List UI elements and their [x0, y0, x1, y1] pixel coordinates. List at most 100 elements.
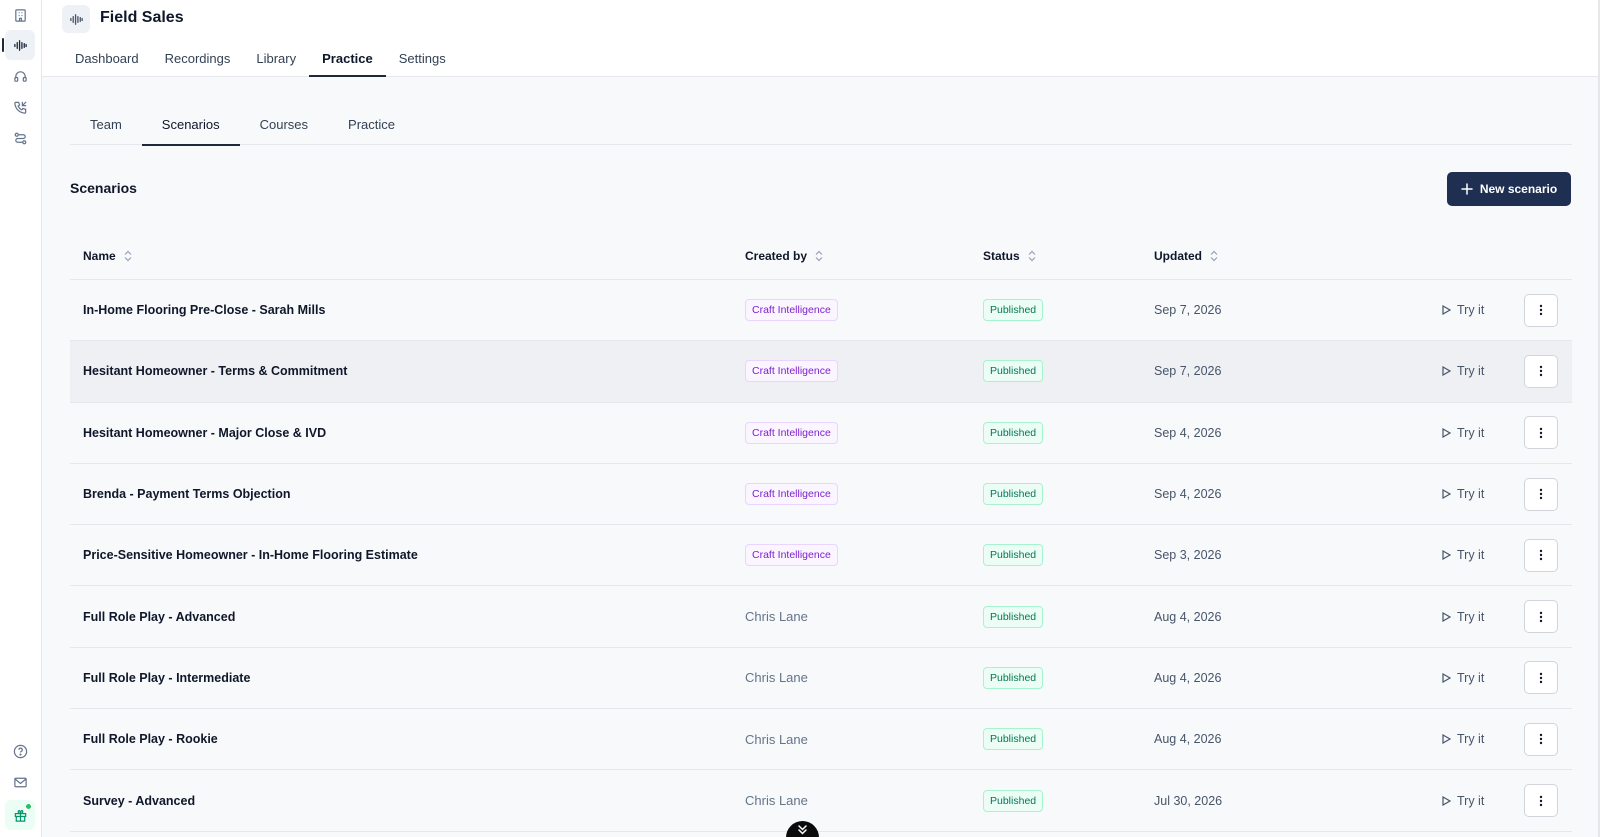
try-it-button[interactable]: Try it: [1442, 341, 1484, 401]
status-badge: Published: [983, 728, 1044, 751]
status-cell: Published: [983, 648, 1044, 708]
table-row[interactable]: Full Role Play - Advanced Chris Lane Pub…: [70, 586, 1572, 648]
try-it-label: Try it: [1457, 548, 1485, 563]
table-row[interactable]: Price-Sensitive Homeowner - In-Home Floo…: [70, 525, 1572, 587]
headset-icon[interactable]: [5, 61, 35, 91]
new-scenario-button[interactable]: New scenario: [1447, 172, 1571, 206]
sub-tabs: Team Scenarios Courses Practice: [70, 104, 1572, 146]
column-header-updated[interactable]: Updated: [1154, 232, 1218, 280]
phone-call-icon[interactable]: [5, 92, 35, 122]
more-options-button[interactable]: [1524, 600, 1558, 634]
scenario-name[interactable]: Hesitant Homeowner - Major Close & IVD: [83, 403, 326, 463]
column-header-name[interactable]: Name: [83, 232, 132, 280]
more-options-button[interactable]: [1524, 416, 1558, 450]
scenarios-table: Name Created by Status Updated In-Home F…: [70, 232, 1572, 832]
status-badge: Published: [983, 483, 1044, 506]
try-it-button[interactable]: Try it: [1442, 709, 1484, 769]
creator-badge: Craft Intelligence: [745, 483, 838, 506]
tab-settings[interactable]: Settings: [386, 40, 459, 77]
try-it-button[interactable]: Try it: [1442, 403, 1484, 463]
column-label-updated: Updated: [1154, 249, 1202, 263]
tab-library[interactable]: Library: [243, 40, 309, 77]
sort-icon: [1028, 250, 1036, 262]
table-header: Name Created by Status Updated: [70, 232, 1572, 280]
try-it-label: Try it: [1457, 732, 1485, 747]
play-icon: [1442, 611, 1451, 622]
more-cell: [1524, 341, 1558, 401]
mail-icon[interactable]: [5, 767, 35, 797]
column-header-created-by[interactable]: Created by: [745, 232, 823, 280]
subtab-team[interactable]: Team: [70, 104, 142, 145]
creator-cell: Craft Intelligence: [745, 525, 838, 585]
table-row[interactable]: Hesitant Homeowner - Major Close & IVD C…: [70, 403, 1572, 464]
subtab-courses[interactable]: Courses: [240, 104, 328, 145]
try-it-button[interactable]: Try it: [1442, 648, 1484, 708]
try-it-button[interactable]: Try it: [1442, 280, 1484, 340]
scenario-name[interactable]: In-Home Flooring Pre-Close - Sarah Mills: [83, 280, 325, 340]
more-options-button[interactable]: [1524, 354, 1558, 388]
play-icon: [1442, 672, 1451, 683]
scenario-name[interactable]: Hesitant Homeowner - Terms & Commitment: [83, 341, 347, 401]
route-icon[interactable]: [5, 123, 35, 153]
more-cell: [1524, 586, 1558, 646]
table-row[interactable]: Full Role Play - Intermediate Chris Lane…: [70, 648, 1572, 710]
try-it-label: Try it: [1457, 487, 1485, 502]
more-options-button[interactable]: [1524, 661, 1558, 695]
subtab-scenarios[interactable]: Scenarios: [141, 104, 240, 146]
more-cell: [1524, 648, 1558, 708]
status-cell: Published: [983, 525, 1044, 585]
scenario-name[interactable]: Full Role Play - Rookie: [83, 709, 218, 769]
more-options-button[interactable]: [1524, 784, 1558, 818]
audio-wave-icon[interactable]: [2, 30, 35, 60]
more-options-button[interactable]: [1524, 538, 1558, 572]
scenario-name[interactable]: Full Role Play - Advanced: [83, 586, 235, 646]
scenario-name[interactable]: Full Role Play - Intermediate: [83, 648, 250, 708]
try-it-button[interactable]: Try it: [1442, 525, 1484, 585]
table-row[interactable]: In-Home Flooring Pre-Close - Sarah Mills…: [70, 280, 1572, 342]
status-cell: Published: [983, 280, 1044, 340]
column-label-name: Name: [83, 249, 116, 263]
more-options-button[interactable]: [1524, 722, 1558, 756]
try-it-button[interactable]: Try it: [1442, 586, 1484, 646]
creator-badge: Craft Intelligence: [745, 299, 838, 322]
tab-practice[interactable]: Practice: [309, 40, 386, 77]
status-badge: Published: [983, 666, 1044, 689]
creator-cell: Craft Intelligence: [745, 341, 838, 401]
try-it-button[interactable]: Try it: [1442, 464, 1484, 524]
more-vertical-icon: [1539, 795, 1543, 806]
more-vertical-icon: [1539, 427, 1543, 438]
help-icon[interactable]: [5, 736, 35, 766]
more-cell: [1524, 464, 1558, 524]
section-title: Scenarios: [70, 180, 137, 196]
creator-badge: Craft Intelligence: [745, 360, 838, 383]
creator-badge: Craft Intelligence: [745, 421, 838, 444]
scenario-name[interactable]: Survey - Advanced: [83, 770, 195, 830]
table-row[interactable]: Full Role Play - Rookie Chris Lane Publi…: [70, 709, 1572, 771]
building-icon[interactable]: [5, 0, 35, 30]
status-cell: Published: [983, 403, 1044, 463]
main-tabs: Dashboard Recordings Library Practice Se…: [62, 40, 459, 77]
more-options-button[interactable]: [1524, 293, 1558, 327]
status-cell: Published: [983, 709, 1044, 769]
more-vertical-icon: [1539, 550, 1543, 561]
more-options-button[interactable]: [1524, 477, 1558, 511]
sort-icon: [815, 250, 823, 262]
column-header-status[interactable]: Status: [983, 232, 1036, 280]
subtab-practice[interactable]: Practice: [328, 104, 415, 145]
gift-icon[interactable]: [5, 800, 35, 830]
status-badge: Published: [983, 789, 1044, 812]
table-row[interactable]: Survey - Advanced Chris Lane Published J…: [70, 770, 1572, 832]
tab-dashboard[interactable]: Dashboard: [62, 40, 152, 77]
creator-name: Chris Lane: [745, 670, 808, 686]
tab-recordings[interactable]: Recordings: [152, 40, 244, 77]
table-row[interactable]: Brenda - Payment Terms Objection Craft I…: [70, 464, 1572, 526]
creator-badge: Craft Intelligence: [745, 544, 838, 567]
scenario-name[interactable]: Price-Sensitive Homeowner - In-Home Floo…: [83, 525, 418, 585]
status-badge: Published: [983, 544, 1044, 567]
scenario-name[interactable]: Brenda - Payment Terms Objection: [83, 464, 290, 524]
status-cell: Published: [983, 586, 1044, 646]
try-it-button[interactable]: Try it: [1442, 770, 1484, 830]
creator-name: Chris Lane: [745, 793, 808, 809]
table-row[interactable]: Hesitant Homeowner - Terms & Commitment …: [70, 341, 1572, 403]
status-badge: Published: [983, 421, 1044, 444]
